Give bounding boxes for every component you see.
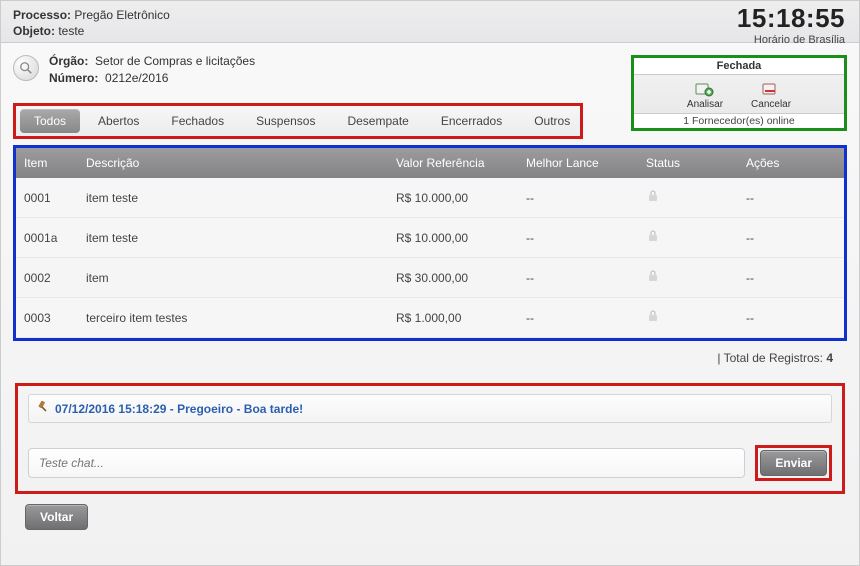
cell-valor: R$ 1.000,00	[396, 311, 526, 325]
processo-value: Pregão Eletrônico	[74, 8, 169, 22]
clock-time: 15:18:55	[737, 3, 845, 34]
cell-acoes: --	[746, 231, 844, 245]
processo-label: Processo:	[13, 8, 71, 22]
th-acoes: Ações	[746, 156, 844, 170]
cell-melhor: --	[526, 231, 646, 245]
table-row[interactable]: 0003terceiro item testesR$ 1.000,00----	[16, 298, 844, 338]
items-table: Item Descrição Valor Referência Melhor L…	[13, 145, 847, 341]
org-row: Órgão: Setor de Compras e licitações Núm…	[13, 53, 847, 87]
tab-fechados[interactable]: Fechados	[157, 109, 238, 133]
cell-desc: item	[86, 271, 396, 285]
numero-value: 0212e/2016	[105, 71, 168, 85]
total-value: 4	[826, 351, 833, 365]
tab-encerrados[interactable]: Encerrados	[427, 109, 516, 133]
cell-item: 0003	[16, 311, 86, 325]
search-icon[interactable]	[13, 55, 39, 81]
cell-desc: item teste	[86, 191, 396, 205]
tab-todos[interactable]: Todos	[20, 109, 80, 133]
lock-icon	[646, 269, 746, 286]
cell-acoes: --	[746, 311, 844, 325]
cell-item: 0001a	[16, 231, 86, 245]
objeto-value: teste	[58, 24, 84, 38]
th-melhor: Melhor Lance	[526, 156, 646, 170]
orgao-label: Órgão:	[49, 54, 88, 68]
send-button[interactable]: Enviar	[760, 450, 827, 476]
chat-log-message: 07/12/2016 15:18:29 - Pregoeiro - Boa ta…	[55, 402, 303, 416]
tab-desempate[interactable]: Desempate	[333, 109, 422, 133]
cell-valor: R$ 10.000,00	[396, 191, 526, 205]
cell-desc: item teste	[86, 231, 396, 245]
lock-icon	[646, 189, 746, 206]
total-label: | Total de Registros:	[717, 351, 823, 365]
cell-item: 0002	[16, 271, 86, 285]
cell-melhor: --	[526, 311, 646, 325]
chat-log: 07/12/2016 15:18:29 - Pregoeiro - Boa ta…	[28, 394, 832, 423]
numero-line: Número: 0212e/2016	[49, 70, 255, 87]
gavel-icon	[37, 401, 49, 416]
tab-outros[interactable]: Outros	[520, 109, 584, 133]
tab-abertos[interactable]: Abertos	[84, 109, 153, 133]
table-row[interactable]: 0002itemR$ 30.000,00----	[16, 258, 844, 298]
cell-acoes: --	[746, 191, 844, 205]
cell-melhor: --	[526, 271, 646, 285]
th-descricao: Descrição	[86, 156, 396, 170]
orgao-value: Setor de Compras e licitações	[95, 54, 255, 68]
numero-label: Número:	[49, 71, 98, 85]
cell-acoes: --	[746, 271, 844, 285]
table-row[interactable]: 0001aitem testeR$ 10.000,00----	[16, 218, 844, 258]
table-header: Item Descrição Valor Referência Melhor L…	[16, 148, 844, 178]
th-item: Item	[16, 156, 86, 170]
th-valor: Valor Referência	[396, 156, 526, 170]
objeto-line: Objeto: teste	[13, 23, 847, 39]
tabs-bar: Todos Abertos Fechados Suspensos Desempa…	[13, 103, 583, 139]
cell-item: 0001	[16, 191, 86, 205]
cell-melhor: --	[526, 191, 646, 205]
cell-valor: R$ 10.000,00	[396, 231, 526, 245]
voltar-button[interactable]: Voltar	[25, 504, 88, 530]
th-status: Status	[646, 156, 746, 170]
cell-valor: R$ 30.000,00	[396, 271, 526, 285]
processo-line: Processo: Pregão Eletrônico	[13, 7, 847, 23]
total-row: | Total de Registros: 4	[13, 341, 847, 375]
orgao-line: Órgão: Setor de Compras e licitações	[49, 53, 255, 70]
chat-input[interactable]	[28, 448, 745, 478]
header-bar: Processo: Pregão Eletrônico Objeto: test…	[1, 1, 859, 43]
lock-icon	[646, 229, 746, 246]
clock: 15:18:55 Horário de Brasília	[737, 3, 845, 46]
tab-suspensos[interactable]: Suspensos	[242, 109, 329, 133]
chat-panel: 07/12/2016 15:18:29 - Pregoeiro - Boa ta…	[15, 383, 845, 494]
table-row[interactable]: 0001item testeR$ 10.000,00----	[16, 178, 844, 218]
cell-desc: terceiro item testes	[86, 311, 396, 325]
objeto-label: Objeto:	[13, 24, 55, 38]
lock-icon	[646, 309, 746, 326]
